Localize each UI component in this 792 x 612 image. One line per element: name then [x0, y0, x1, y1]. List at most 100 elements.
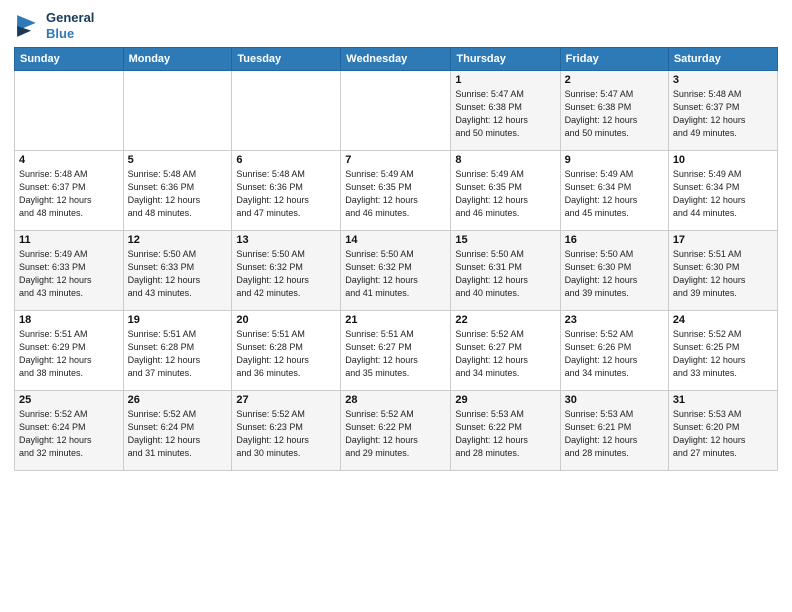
- header-day-friday: Friday: [560, 48, 668, 71]
- day-info: Sunrise: 5:47 AMSunset: 6:38 PMDaylight:…: [455, 88, 555, 140]
- calendar-cell: 20Sunrise: 5:51 AMSunset: 6:28 PMDayligh…: [232, 311, 341, 391]
- day-info: Sunrise: 5:52 AMSunset: 6:24 PMDaylight:…: [128, 408, 228, 460]
- day-number: 3: [673, 74, 773, 86]
- day-info: Sunrise: 5:50 AMSunset: 6:31 PMDaylight:…: [455, 248, 555, 300]
- day-number: 5: [128, 154, 228, 166]
- day-number: 16: [565, 234, 664, 246]
- day-info: Sunrise: 5:52 AMSunset: 6:23 PMDaylight:…: [236, 408, 336, 460]
- day-number: 17: [673, 234, 773, 246]
- day-info: Sunrise: 5:53 AMSunset: 6:21 PMDaylight:…: [565, 408, 664, 460]
- day-number: 4: [19, 154, 119, 166]
- day-number: 22: [455, 314, 555, 326]
- calendar-cell: 14 Sunrise: 5:50 AMSunset: 6:32 PMDayligh…: [341, 231, 451, 311]
- week-row-5: 25 Sunrise: 5:52 AMSunset: 6:24 PMDayligh…: [15, 391, 778, 471]
- calendar-cell: 11 Sunrise: 5:49 AMSunset: 6:33 PMDayligh…: [15, 231, 124, 311]
- calendar-cell: 17 Sunrise: 5:51 AMSunset: 6:30 PMDayligh…: [668, 231, 777, 311]
- calendar-cell: 19 Sunrise: 5:51 AMSunset: 6:28 PMDayligh…: [123, 311, 232, 391]
- calendar-header-row: SundayMondayTuesdayWednesdayThursdayFrid…: [15, 48, 778, 71]
- day-info: Sunrise: 5:49 AMSunset: 6:35 PMDaylight:…: [455, 168, 555, 220]
- day-info: Sunrise: 5:47 AMSunset: 6:38 PMDaylight:…: [565, 88, 664, 140]
- day-info: Sunrise: 5:52 AMSunset: 6:25 PMDaylight:…: [673, 328, 773, 380]
- day-number: 13: [236, 234, 336, 246]
- calendar-table: SundayMondayTuesdayWednesdayThursdayFrid…: [14, 47, 778, 471]
- day-number: 14: [345, 234, 446, 246]
- day-info: Sunrise: 5:53 AMSunset: 6:20 PMDaylight:…: [673, 408, 773, 460]
- day-number: 31: [673, 394, 773, 406]
- day-info: Sunrise: 5:52 AMSunset: 6:27 PMDaylight:…: [455, 328, 555, 380]
- day-info: Sunrise: 5:50 AMSunset: 6:33 PMDaylight:…: [128, 248, 228, 300]
- day-number: 7: [345, 154, 446, 166]
- day-number: 21: [345, 314, 446, 326]
- calendar-cell: 12Sunrise: 5:50 AMSunset: 6:33 PMDayligh…: [123, 231, 232, 311]
- calendar-cell: 18Sunrise: 5:51 AMSunset: 6:29 PMDayligh…: [15, 311, 124, 391]
- day-number: 2: [565, 74, 664, 86]
- calendar-cell: 21 Sunrise: 5:51 AMSunset: 6:27 PMDayligh…: [341, 311, 451, 391]
- calendar-cell: 13 Sunrise: 5:50 AMSunset: 6:32 PMDayligh…: [232, 231, 341, 311]
- day-number: 24: [673, 314, 773, 326]
- logo-area: General Blue: [14, 10, 94, 41]
- page: General Blue SundayMondayTuesdayWednesda…: [0, 0, 792, 612]
- week-row-2: 4 Sunrise: 5:48 AMSunset: 6:37 PMDaylight…: [15, 151, 778, 231]
- day-number: 18: [19, 314, 119, 326]
- day-number: 15: [455, 234, 555, 246]
- calendar-cell: 24 Sunrise: 5:52 AMSunset: 6:25 PMDayligh…: [668, 311, 777, 391]
- calendar-cell: 9 Sunrise: 5:49 AMSunset: 6:34 PMDaylight…: [560, 151, 668, 231]
- header-day-sunday: Sunday: [15, 48, 124, 71]
- calendar-cell: 7Sunrise: 5:49 AMSunset: 6:35 PMDaylight…: [341, 151, 451, 231]
- day-info: Sunrise: 5:53 AMSunset: 6:22 PMDaylight:…: [455, 408, 555, 460]
- day-number: 25: [19, 394, 119, 406]
- calendar-cell: 1 Sunrise: 5:47 AMSunset: 6:38 PMDaylight…: [451, 71, 560, 151]
- day-info: Sunrise: 5:52 AMSunset: 6:22 PMDaylight:…: [345, 408, 446, 460]
- logo-text: General Blue: [46, 10, 94, 41]
- day-number: 1: [455, 74, 555, 86]
- day-number: 28: [345, 394, 446, 406]
- header-day-tuesday: Tuesday: [232, 48, 341, 71]
- header-day-thursday: Thursday: [451, 48, 560, 71]
- day-number: 30: [565, 394, 664, 406]
- calendar-cell: 16 Sunrise: 5:50 AMSunset: 6:30 PMDayligh…: [560, 231, 668, 311]
- calendar-cell: 29 Sunrise: 5:53 AMSunset: 6:22 PMDayligh…: [451, 391, 560, 471]
- calendar-cell: 5Sunrise: 5:48 AMSunset: 6:36 PMDaylight…: [123, 151, 232, 231]
- calendar-cell: 8 Sunrise: 5:49 AMSunset: 6:35 PMDaylight…: [451, 151, 560, 231]
- calendar-cell: [341, 71, 451, 151]
- logo-icon: [14, 12, 42, 40]
- day-info: Sunrise: 5:51 AMSunset: 6:28 PMDaylight:…: [128, 328, 228, 380]
- calendar-cell: 23 Sunrise: 5:52 AMSunset: 6:26 PMDayligh…: [560, 311, 668, 391]
- header-day-wednesday: Wednesday: [341, 48, 451, 71]
- calendar-cell: 26Sunrise: 5:52 AMSunset: 6:24 PMDayligh…: [123, 391, 232, 471]
- calendar-cell: 2 Sunrise: 5:47 AMSunset: 6:38 PMDaylight…: [560, 71, 668, 151]
- day-info: Sunrise: 5:51 AMSunset: 6:27 PMDaylight:…: [345, 328, 446, 380]
- day-info: Sunrise: 5:48 AMSunset: 6:37 PMDaylight:…: [673, 88, 773, 140]
- calendar-cell: 25 Sunrise: 5:52 AMSunset: 6:24 PMDayligh…: [15, 391, 124, 471]
- day-info: Sunrise: 5:48 AMSunset: 6:37 PMDaylight:…: [19, 168, 119, 220]
- calendar-cell: [123, 71, 232, 151]
- day-number: 8: [455, 154, 555, 166]
- day-info: Sunrise: 5:50 AMSunset: 6:32 PMDaylight:…: [236, 248, 336, 300]
- day-number: 6: [236, 154, 336, 166]
- day-number: 9: [565, 154, 664, 166]
- header-day-monday: Monday: [123, 48, 232, 71]
- day-number: 27: [236, 394, 336, 406]
- day-info: Sunrise: 5:51 AMSunset: 6:30 PMDaylight:…: [673, 248, 773, 300]
- day-number: 23: [565, 314, 664, 326]
- calendar-cell: [15, 71, 124, 151]
- calendar-cell: 10Sunrise: 5:49 AMSunset: 6:34 PMDayligh…: [668, 151, 777, 231]
- calendar-cell: 27 Sunrise: 5:52 AMSunset: 6:23 PMDayligh…: [232, 391, 341, 471]
- week-row-1: 1 Sunrise: 5:47 AMSunset: 6:38 PMDaylight…: [15, 71, 778, 151]
- day-info: Sunrise: 5:50 AMSunset: 6:32 PMDaylight:…: [345, 248, 446, 300]
- day-info: Sunrise: 5:52 AMSunset: 6:26 PMDaylight:…: [565, 328, 664, 380]
- calendar-cell: 3 Sunrise: 5:48 AMSunset: 6:37 PMDaylight…: [668, 71, 777, 151]
- day-info: Sunrise: 5:49 AMSunset: 6:34 PMDaylight:…: [565, 168, 664, 220]
- calendar-cell: 28 Sunrise: 5:52 AMSunset: 6:22 PMDayligh…: [341, 391, 451, 471]
- calendar-cell: 4 Sunrise: 5:48 AMSunset: 6:37 PMDaylight…: [15, 151, 124, 231]
- day-info: Sunrise: 5:49 AMSunset: 6:33 PMDaylight:…: [19, 248, 119, 300]
- day-number: 20: [236, 314, 336, 326]
- day-number: 10: [673, 154, 773, 166]
- week-row-4: 18Sunrise: 5:51 AMSunset: 6:29 PMDayligh…: [15, 311, 778, 391]
- day-number: 29: [455, 394, 555, 406]
- day-info: Sunrise: 5:50 AMSunset: 6:30 PMDaylight:…: [565, 248, 664, 300]
- day-number: 19: [128, 314, 228, 326]
- day-number: 11: [19, 234, 119, 246]
- day-info: Sunrise: 5:52 AMSunset: 6:24 PMDaylight:…: [19, 408, 119, 460]
- header-day-saturday: Saturday: [668, 48, 777, 71]
